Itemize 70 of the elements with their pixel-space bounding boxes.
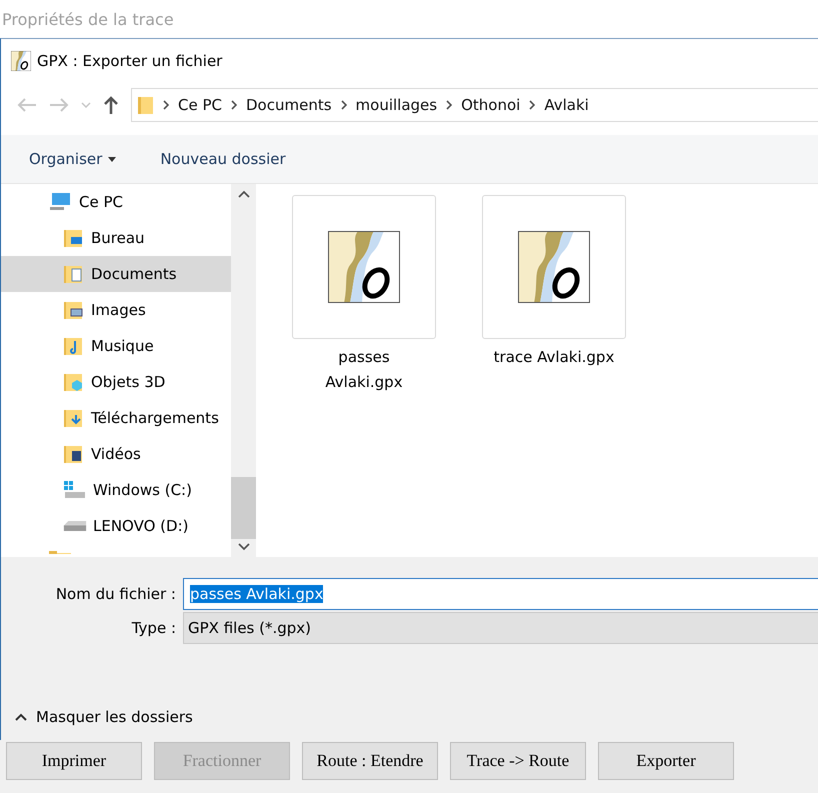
chevron-icon	[445, 100, 454, 110]
sidebar-label: Ce PC	[79, 193, 123, 211]
sidebar-item[interactable]: Ce PC	[1, 184, 231, 220]
sidebar-label: Bureau	[91, 229, 145, 247]
drive-icon	[63, 480, 87, 500]
filename-label: Nom du fichier :	[54, 585, 177, 603]
sidebar-item[interactable]: Images	[1, 292, 231, 328]
filename-field[interactable]: passes Avlaki.gpx	[183, 578, 818, 610]
sidebar-label: Musique	[91, 337, 154, 355]
organize-menu[interactable]: Organiser	[29, 150, 116, 168]
drive-icon	[63, 521, 87, 531]
breadcrumb-item[interactable]: Ce PC	[178, 96, 222, 114]
sidebar-label: Images	[91, 301, 146, 319]
up-button[interactable]	[103, 96, 119, 114]
file-tile[interactable]	[482, 195, 626, 339]
file-thumbnail-icon	[328, 231, 400, 303]
sidebar-label: Téléchargements	[91, 409, 219, 427]
sidebar-label: Windows (C:)	[93, 481, 192, 499]
sidebar-item[interactable]: Documents	[1, 256, 231, 292]
folder-icon	[63, 227, 85, 249]
breadcrumb-item[interactable]: mouillages	[356, 96, 438, 114]
chevron-icon	[230, 100, 238, 110]
type-label: Type :	[130, 619, 177, 637]
sidebar-item[interactable]: Windows (C:)	[1, 472, 231, 508]
dialog-title: GPX : Exporter un fichier	[37, 52, 222, 70]
scrollbar[interactable]	[231, 184, 256, 557]
breadcrumb-item[interactable]: Avlaki	[544, 96, 589, 114]
scrollbar-thumb[interactable]	[231, 477, 256, 539]
folder-icon	[63, 371, 85, 393]
sidebar-item[interactable]: Musique	[1, 328, 231, 364]
app-icon	[11, 51, 31, 71]
chevron-up-icon	[15, 713, 27, 721]
folder-icon	[63, 443, 85, 465]
caret-icon	[108, 156, 116, 162]
sidebar-label: LENOVO (D:)	[93, 517, 188, 535]
breadcrumb-item[interactable]: Documents	[246, 96, 332, 114]
sidebar-item[interactable]: Bureau	[1, 220, 231, 256]
chevron-icon	[340, 100, 348, 110]
folder-icon	[63, 263, 85, 285]
chevron-icon	[528, 100, 536, 110]
sidebar-label: Documents	[91, 265, 177, 283]
new-folder-button[interactable]: Nouveau dossier	[160, 150, 286, 168]
breadcrumb-item[interactable]: Othonoi	[461, 96, 520, 114]
folder-icon	[138, 95, 154, 115]
type-dropdown[interactable]: GPX files (*.gpx)	[183, 612, 818, 644]
file-name: passes Avlaki.gpx	[324, 347, 404, 393]
file-name: trace Avlaki.gpx	[492, 347, 616, 368]
file-thumbnail-icon	[518, 231, 590, 303]
folder-icon	[63, 407, 85, 429]
folder-icon	[63, 299, 85, 321]
address-bar[interactable]: Ce PC Documents mouillages Othonoi Avlaki	[131, 88, 818, 122]
hide-folders-button[interactable]: Masquer les dossiers	[15, 708, 818, 726]
sidebar-item[interactable]: LENOVO (D:)	[1, 508, 231, 544]
sidebar-item[interactable]: Vidéos	[1, 436, 231, 472]
action-button[interactable]: Trace -> Route	[450, 742, 586, 780]
action-button[interactable]: Route : Etendre	[302, 742, 438, 780]
chevron-icon	[162, 100, 170, 110]
scroll-up-icon[interactable]	[238, 190, 250, 198]
action-button[interactable]: Imprimer	[6, 742, 142, 780]
window-title: Propriétés de la trace	[0, 0, 818, 38]
action-button[interactable]: Exporter	[598, 742, 734, 780]
sidebar-item[interactable]: Objets 3D	[1, 364, 231, 400]
folder-icon	[63, 335, 85, 357]
scroll-down-icon[interactable]	[238, 543, 250, 551]
computer-icon	[49, 192, 73, 212]
sidebar-item[interactable]: Téléchargements	[1, 400, 231, 436]
sidebar-label: Objets 3D	[91, 373, 166, 391]
sidebar-label: Vidéos	[91, 445, 141, 463]
filename-value: passes Avlaki.gpx	[190, 585, 324, 603]
file-tile[interactable]	[292, 195, 436, 339]
